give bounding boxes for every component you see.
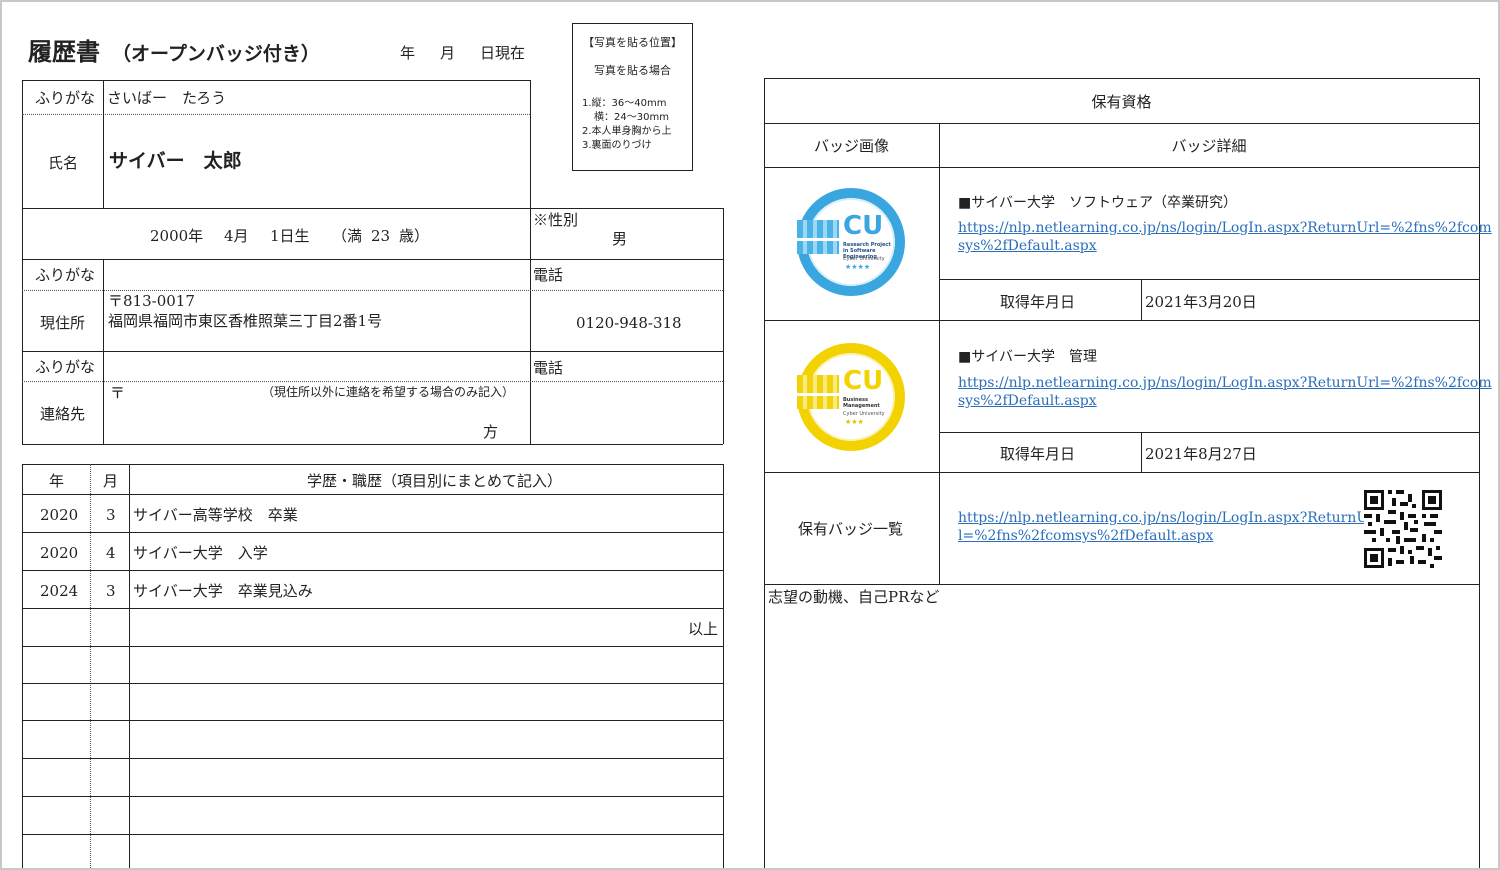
history-content: サイバー大学 卒業見込み bbox=[133, 582, 313, 600]
col-badge-detail: バッジ詳細 bbox=[1171, 137, 1247, 155]
page-subtitle: （オープンバッジ付き） bbox=[112, 43, 320, 65]
age-open: （満 bbox=[332, 227, 363, 245]
phone-value: 0120-948-318 bbox=[576, 314, 682, 332]
contact-label: 連絡先 bbox=[40, 405, 86, 423]
postal-code: 〒813-0017 bbox=[108, 292, 195, 310]
birth-month: 4月 bbox=[224, 227, 249, 245]
badge-1-date-value: 2021年3月20日 bbox=[1145, 293, 1257, 311]
history-month: 3 bbox=[106, 582, 116, 600]
furigana-label: ふりがな bbox=[35, 89, 96, 107]
history-content: サイバー大学 入学 bbox=[133, 544, 268, 562]
qualifications-header: 保有資格 bbox=[1091, 93, 1152, 111]
history-year: 2024 bbox=[40, 582, 79, 600]
history-col-content: 学歴・職歴（項目別にまとめて記入） bbox=[307, 472, 563, 490]
badge-1-url-line1[interactable]: https://nlp.netlearning.co.jp/ns/login/L… bbox=[958, 219, 1492, 237]
photo-sub: 写真を貼る場合 bbox=[594, 64, 671, 77]
contact-suffix: 方 bbox=[483, 423, 499, 441]
phone-label: 電話 bbox=[533, 266, 564, 284]
management-badge-text: Business Management bbox=[843, 397, 880, 409]
photo-line-3: 2.本人単身胸から上 bbox=[582, 126, 672, 137]
date-year: 年 bbox=[400, 44, 416, 62]
management-badge-sub: Cyber University bbox=[843, 411, 885, 417]
gender-value: 男 bbox=[612, 230, 628, 248]
birth-year: 2000年 bbox=[150, 227, 204, 245]
address-label: 現住所 bbox=[40, 314, 86, 332]
history-col-month: 月 bbox=[103, 472, 119, 490]
badge-list-label: 保有バッジ一覧 bbox=[798, 520, 904, 538]
furigana-value: さいばー たろう bbox=[107, 89, 227, 107]
motivation-label: 志望の動機、自己PRなど bbox=[768, 588, 940, 606]
resume-page: 履歴書 （オープンバッジ付き） 年 月 日現在 【写真を貼る位置】 写真を貼る場… bbox=[0, 0, 1500, 870]
page-title: 履歴書 bbox=[28, 37, 100, 66]
date-month: 月 bbox=[440, 44, 456, 62]
age-close: 歳） bbox=[399, 227, 430, 245]
phone2-label: 電話 bbox=[533, 359, 564, 377]
software-badge-image: CU Research Project in Software Engineer… bbox=[797, 188, 905, 296]
furigana3-label: ふりがな bbox=[35, 358, 96, 376]
contact-postal: 〒 bbox=[110, 384, 126, 402]
photo-box: 【写真を貼る位置】 写真を貼る場合 1.縦：36～40mm 横：24～30mm … bbox=[572, 23, 693, 171]
history-end: 以上 bbox=[688, 620, 719, 638]
photo-line-2: 横：24～30mm bbox=[594, 112, 669, 123]
software-badge-sub: Cyber University bbox=[843, 256, 885, 262]
badge-2-url-line2[interactable]: sys%2fDefault.aspx bbox=[958, 392, 1097, 410]
qr-code-icon[interactable] bbox=[1364, 490, 1442, 568]
history-year: 2020 bbox=[40, 544, 79, 562]
address-value: 福岡県福岡市東区香椎照葉三丁目2番1号 bbox=[108, 312, 383, 330]
contact-note: （現住所以外に連絡を希望する場合のみ記入） bbox=[262, 385, 515, 399]
badge-2-url-line1[interactable]: https://nlp.netlearning.co.jp/ns/login/L… bbox=[958, 374, 1492, 392]
badge-list-url-line1[interactable]: https://nlp.netlearning.co.jp/ns/login/L… bbox=[958, 509, 1375, 527]
history-col-year: 年 bbox=[49, 472, 65, 490]
badge-1-date-label: 取得年月日 bbox=[1000, 293, 1076, 311]
management-badge-image: CU Business Management Cyber University … bbox=[797, 343, 905, 451]
photo-line-4: 3.裏面のりづけ bbox=[582, 140, 652, 151]
furigana2-label: ふりがな bbox=[35, 266, 96, 284]
badge-2-title: ■サイバー大学 管理 bbox=[958, 349, 1097, 365]
photo-line-1: 1.縦：36～40mm bbox=[582, 98, 667, 109]
badge-2-date-label: 取得年月日 bbox=[1000, 445, 1076, 463]
badge-list-url-line2[interactable]: l=%2fns%2fcomsys%2fDefault.aspx bbox=[958, 527, 1213, 545]
history-month: 4 bbox=[106, 544, 116, 562]
gender-label: ※性別 bbox=[533, 211, 579, 229]
date-day: 日現在 bbox=[480, 44, 526, 62]
name-label: 氏名 bbox=[48, 154, 79, 172]
birth-day: 1日生 bbox=[270, 227, 310, 245]
name-value: サイバー 太郎 bbox=[109, 150, 242, 172]
history-month: 3 bbox=[106, 506, 116, 524]
badge-2-date-value: 2021年8月27日 bbox=[1145, 445, 1257, 463]
col-badge-image: バッジ画像 bbox=[813, 137, 889, 155]
photo-heading: 【写真を貼る位置】 bbox=[583, 36, 682, 49]
history-content: サイバー高等学校 卒業 bbox=[133, 506, 298, 524]
age-value: 23 bbox=[371, 227, 391, 245]
badge-1-url-line2[interactable]: sys%2fDefault.aspx bbox=[958, 237, 1097, 255]
history-year: 2020 bbox=[40, 506, 79, 524]
badge-1-title: ■サイバー大学 ソフトウェア（卒業研究） bbox=[958, 195, 1237, 211]
